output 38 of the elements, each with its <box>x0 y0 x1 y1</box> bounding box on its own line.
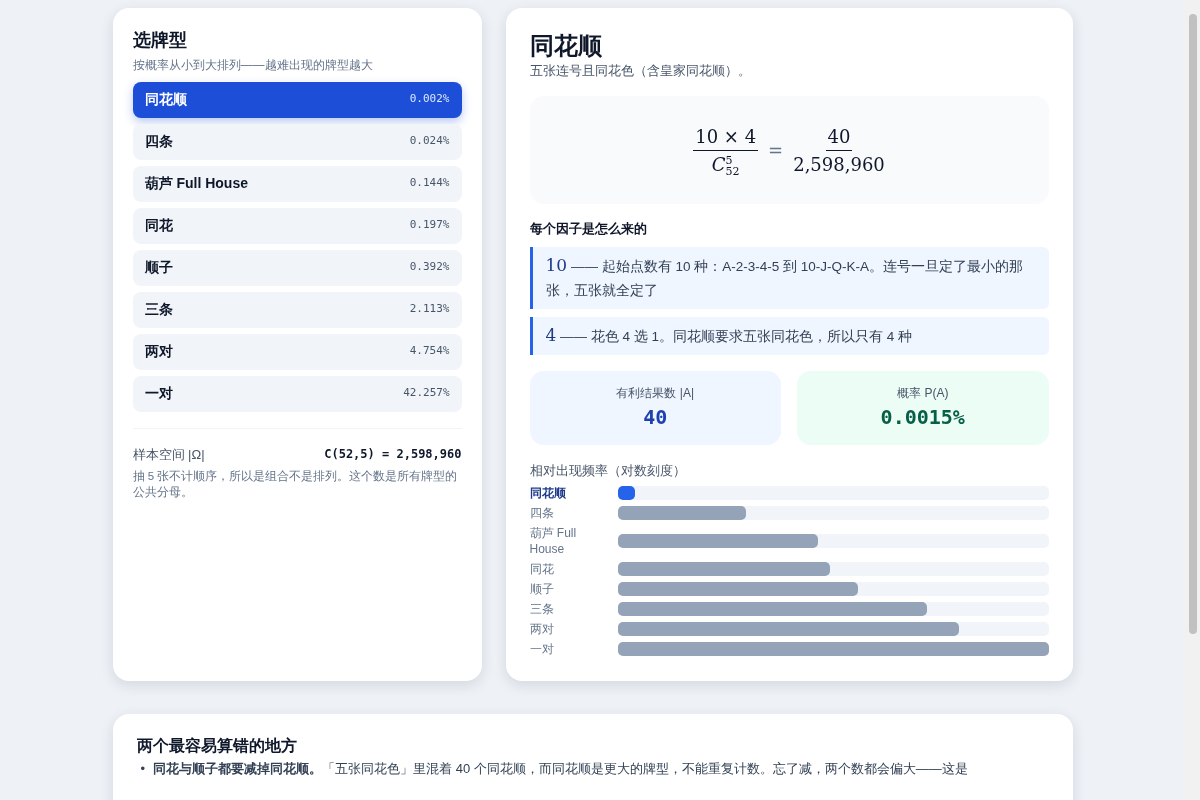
bar-label: 同花 <box>529 560 555 577</box>
chart-title: 相对出现频率（对数刻度） <box>529 462 687 481</box>
hand-option[interactable]: 同花 0.197% <box>132 207 462 244</box>
hand-title: 同花顺 <box>529 32 603 61</box>
bar-label: 三条 <box>529 600 555 617</box>
section-heading: 两个最容易算错的地方 <box>136 735 298 755</box>
section-heading: 每个因子是怎么来的 <box>529 221 648 239</box>
sample-space-label: 样本空间 |Ω| <box>132 445 205 464</box>
hand-option[interactable]: 顺子 0.392% <box>132 249 462 286</box>
bar-label: 四条 <box>529 504 555 521</box>
bar-label: 葫芦 Full House <box>529 524 578 557</box>
stat-label: 有利结果数 |A| <box>616 385 695 403</box>
panel-title: 选牌型 <box>132 30 188 52</box>
sample-space-note: 抽 5 张不计顺序，所以是组合不是排列。这个数是所有牌型的公共分母。 <box>132 469 459 501</box>
hand-option[interactable]: 同花顺 0.002% <box>132 81 462 118</box>
bar-label: 同花顺 <box>529 484 567 501</box>
sample-space-value: C(52,5) = 2,598,960 <box>324 446 462 464</box>
stat-value: 0.0015% <box>880 404 965 432</box>
pitfall-item: 同花与顺子都要减掉同花顺。「五张同花色」里混着 40 个同花顺，而同花顺是更大的牌型，不能重复计数。忘了减，两个数都会偏大——这是 <box>153 759 968 778</box>
bar-label: 两对 <box>529 620 555 637</box>
stat-label: 概率 P(A) <box>897 385 949 403</box>
bullet-icon: • <box>140 758 146 779</box>
stat-value: 40 <box>643 404 668 432</box>
hand-option[interactable]: 两对 4.754% <box>132 333 462 370</box>
fraction: 40 2,598,960 <box>793 122 885 178</box>
hand-option[interactable]: 三条 2.113% <box>132 291 462 328</box>
hand-option[interactable]: 一对 42.257% <box>132 375 462 412</box>
hand-description: 五张连号且同花色（含皇家同花顺）。 <box>529 61 752 80</box>
scrollbar[interactable] <box>1185 0 1200 800</box>
scrollbar-thumb[interactable] <box>1189 14 1197 634</box>
bar-label: 顺子 <box>529 580 555 597</box>
equals-sign: = <box>768 138 784 163</box>
hand-option[interactable]: 葫芦 Full House 0.144% <box>132 165 462 202</box>
panel-subtitle: 按概率从小到大排列——越难出现的牌型越大 <box>132 56 374 74</box>
factor-note: 10 —— 起始点数有 10 种：A-2-3-4-5 到 10-J-Q-K-A。连号一旦定了最小的那张，五张就全定了 <box>529 247 1049 310</box>
factor-note: 4 —— 花色 4 选 1。同花顺要求五张同花色，所以只有 4 种 <box>529 317 1049 356</box>
hand-option[interactable]: 四条 0.024% <box>132 123 462 160</box>
bar-label: 一对 <box>529 640 555 657</box>
